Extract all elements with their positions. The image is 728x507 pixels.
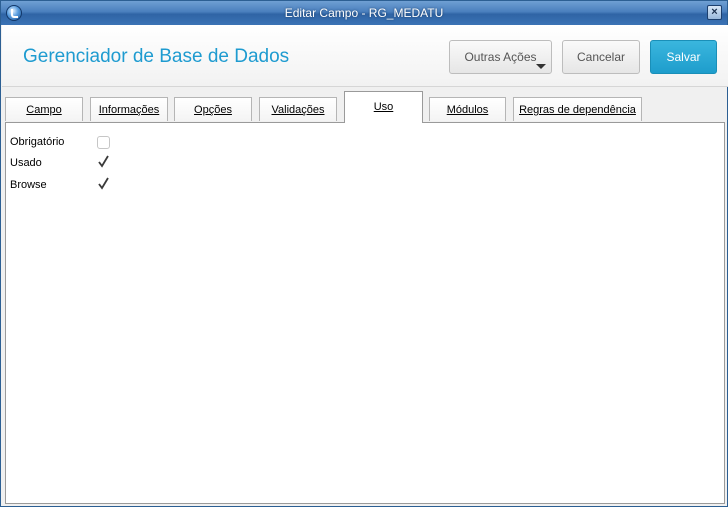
more-actions-label: Outras Ações: [464, 50, 537, 64]
field-label-browse: Browse: [10, 179, 47, 191]
cancel-button[interactable]: Cancelar: [562, 40, 640, 74]
browse-checkbox[interactable]: [97, 177, 110, 191]
tab-label: Validações: [271, 104, 325, 116]
tab-regras-de-dependencia[interactable]: Regras de dependência: [513, 97, 642, 121]
tab-label: Uso: [373, 101, 394, 113]
usado-checkbox[interactable]: [97, 155, 110, 169]
tab-opcoes[interactable]: Opções: [174, 97, 252, 121]
tab-uso[interactable]: Uso: [344, 91, 423, 123]
tab-validacoes[interactable]: Validações: [259, 97, 337, 121]
page-title: Gerenciador de Base de Dados: [23, 46, 290, 67]
tab-modulos[interactable]: Módulos: [429, 97, 506, 121]
field-label-usado: Usado: [10, 157, 42, 169]
header-bar: Gerenciador de Base de Dados Outras Açõe…: [2, 25, 728, 87]
tab-label: Módulos: [446, 104, 489, 116]
checkmark-icon: [98, 177, 109, 190]
tab-label: Opções: [194, 104, 232, 116]
obrigatorio-checkbox[interactable]: [97, 136, 110, 149]
dialog-window: Editar Campo - RG_MEDATU × Gerenciador d…: [0, 0, 728, 507]
tab-label: Informações: [98, 104, 160, 116]
tab-label: Regras de dependência: [519, 104, 636, 116]
chevron-down-icon: [536, 64, 546, 69]
tab-informacoes[interactable]: Informações: [90, 97, 168, 121]
checkmark-icon: [98, 155, 109, 168]
tab-campo[interactable]: Campo: [5, 97, 83, 121]
more-actions-button[interactable]: Outras Ações: [449, 40, 552, 74]
tab-label: Campo: [26, 104, 62, 116]
close-button[interactable]: ×: [707, 5, 722, 20]
window-title: Editar Campo - RG_MEDATU: [284, 6, 444, 20]
field-label-obrigatorio: Obrigatório: [10, 136, 65, 148]
title-bar[interactable]: Editar Campo - RG_MEDATU ×: [1, 1, 727, 25]
tab-content-panel: Obrigatório Usado Browse: [5, 122, 725, 504]
save-button[interactable]: Salvar: [650, 40, 717, 74]
